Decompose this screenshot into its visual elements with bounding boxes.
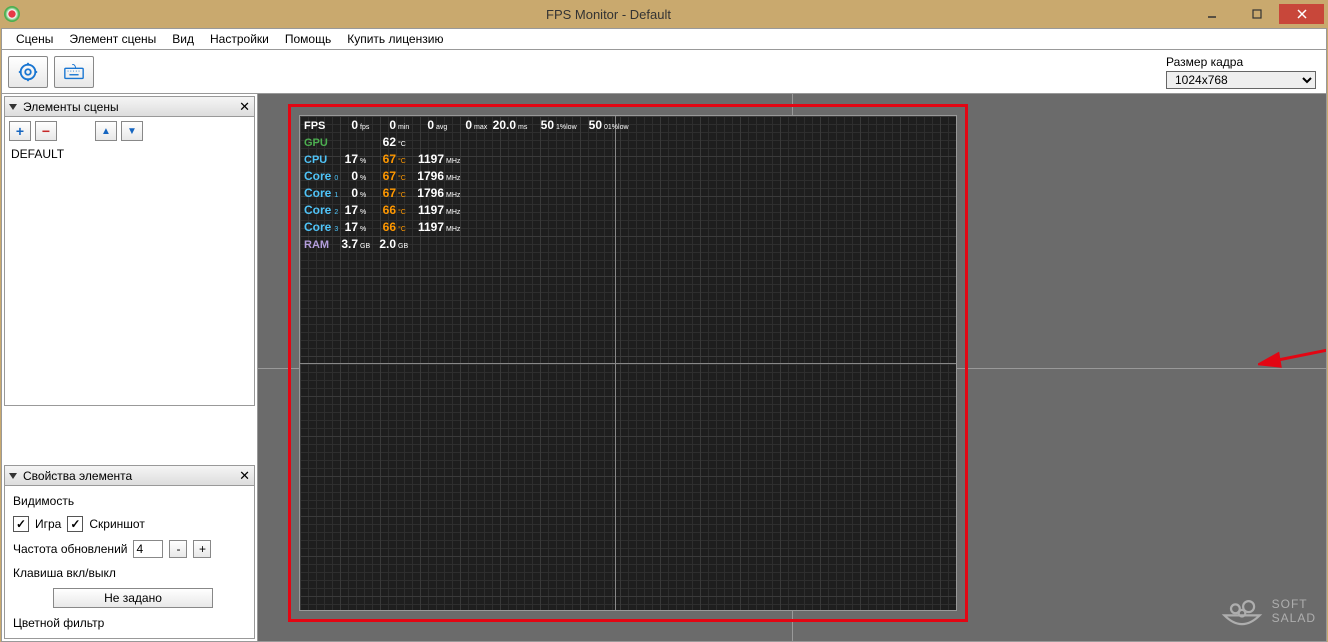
freq-input[interactable] [133,540,163,558]
maximize-button[interactable] [1234,4,1279,24]
move-up-button[interactable]: ▲ [95,121,117,141]
hotkey-label: Клавиша вкл/выкл [9,562,250,584]
panel-close-icon[interactable]: ✕ [239,468,250,484]
freq-minus-button[interactable]: - [169,540,187,558]
frame-size-select[interactable]: 1024x768 [1166,71,1316,89]
move-down-button[interactable]: ▼ [121,121,143,141]
menu-buy[interactable]: Купить лицензию [339,30,451,48]
add-element-button[interactable]: + [9,121,31,141]
remove-element-button[interactable]: − [35,121,57,141]
app-icon [4,6,20,22]
scene-panel-title: Элементы сцены [23,100,239,114]
toolbar: Размер кадра 1024x768 [1,50,1327,94]
menu-settings[interactable]: Настройки [202,30,277,48]
freq-label: Частота обновлений [13,542,127,556]
overlay-frame-annotation: FPS0fps0min0avg0max20.0ms501%low5001%low… [288,104,968,622]
arrow-annotation [1258,339,1326,369]
panel-close-icon[interactable]: ✕ [239,99,250,115]
overlay-preview[interactable]: FPS0fps0min0avg0max20.0ms501%low5001%low… [299,115,957,611]
close-button[interactable] [1279,4,1324,24]
game-label: Игра [35,517,61,531]
menu-view[interactable]: Вид [164,30,202,48]
scene-list-item[interactable]: DEFAULT [9,145,250,163]
screenshot-checkbox[interactable] [67,516,83,532]
salad-icon [1220,589,1264,633]
visibility-label: Видимость [9,490,250,512]
keyboard-tool-button[interactable] [54,56,94,88]
screenshot-label: Скриншот [89,517,144,531]
props-panel-title: Свойства элемента [23,469,239,483]
watermark: SOFTSALAD [1220,589,1316,633]
scene-elements-panel: Элементы сцены✕ + − ▲ ▼ DEFAULT [4,96,255,406]
collapse-icon[interactable] [9,473,17,479]
minimize-button[interactable] [1189,4,1234,24]
menu-scene-element[interactable]: Элемент сцены [61,30,164,48]
frame-size-label: Размер кадра [1166,55,1243,69]
freq-plus-button[interactable]: + [193,540,211,558]
overlay-stats: FPS0fps0min0avg0max20.0ms501%low5001%low… [304,118,632,254]
game-checkbox[interactable] [13,516,29,532]
hotkey-button[interactable]: Не задано [53,588,213,608]
menu-scenes[interactable]: Сцены [8,30,61,48]
menubar: Сцены Элемент сцены Вид Настройки Помощь… [1,28,1327,50]
collapse-icon[interactable] [9,104,17,110]
menu-help[interactable]: Помощь [277,30,339,48]
left-column: Элементы сцены✕ + − ▲ ▼ DEFAULT Свойства… [2,94,258,641]
element-properties-panel: Свойства элемента✕ Видимость Игра Скринш… [4,465,255,639]
colorfilter-label: Цветной фильтр [9,612,250,634]
settings-tool-button[interactable] [8,56,48,88]
titlebar: FPS Monitor - Default [0,0,1328,28]
window-title: FPS Monitor - Default [28,7,1189,22]
canvas-area: FPS0fps0min0avg0max20.0ms501%low5001%low… [258,94,1326,641]
